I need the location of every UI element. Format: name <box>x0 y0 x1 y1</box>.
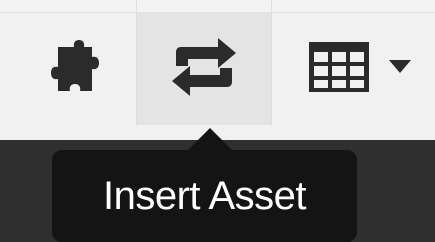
insert-asset-button[interactable] <box>136 13 271 125</box>
table-grid-icon <box>307 40 371 99</box>
tooltip: Insert Asset <box>52 150 357 242</box>
tooltip-text: Insert Asset <box>103 173 306 218</box>
toolbar-divider <box>271 13 272 125</box>
toolbar-divider <box>136 13 137 125</box>
tooltip-arrow <box>188 128 232 150</box>
puzzle-piece-icon <box>46 35 110 104</box>
top-divider <box>271 0 272 12</box>
table-button[interactable] <box>272 13 435 125</box>
chevron-down-icon[interactable] <box>388 59 411 79</box>
toolbar-top-strip <box>0 0 435 13</box>
top-divider <box>136 0 137 12</box>
swap-arrows-icon <box>168 36 240 103</box>
plugin-button[interactable] <box>24 13 132 125</box>
toolbar <box>0 13 435 125</box>
